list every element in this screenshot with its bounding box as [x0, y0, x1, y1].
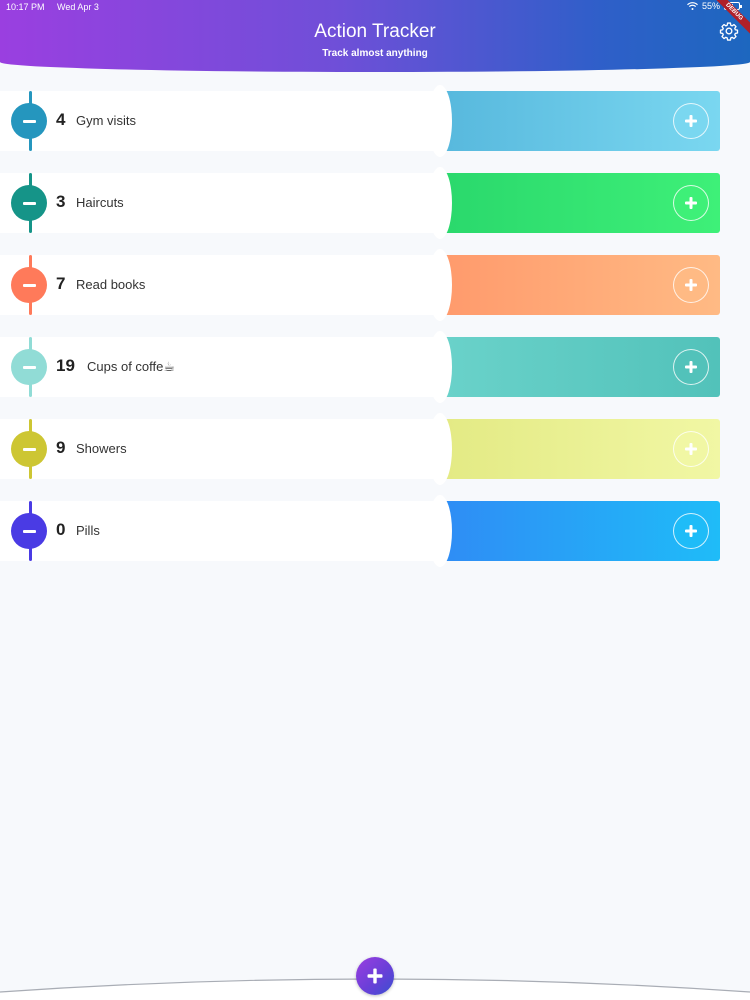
tracker-row-background: [0, 501, 440, 561]
battery-icon: [724, 2, 742, 10]
plus-icon: [685, 197, 697, 209]
tracker-count: 3: [56, 192, 66, 211]
plus-icon: [685, 361, 697, 373]
decrement-button[interactable]: [11, 267, 47, 303]
tracker-row-background: [0, 91, 440, 151]
tracker-row-background: [0, 255, 440, 315]
page-title: Action Tracker: [314, 21, 436, 42]
increment-button[interactable]: [673, 513, 709, 549]
tracker-row: 4 Gym visits: [0, 85, 750, 159]
plus-icon: [685, 279, 697, 291]
minus-icon: [22, 447, 36, 451]
tracker-count: 4: [56, 110, 66, 129]
tracker-color-bar[interactable]: [428, 85, 720, 157]
battery-percent: 55%: [701, 1, 720, 11]
decrement-button[interactable]: [11, 431, 47, 467]
tracker-name: Haircuts: [76, 195, 124, 210]
bar-notch: [428, 85, 452, 157]
gear-icon[interactable]: [719, 21, 739, 41]
plus-icon: [685, 115, 697, 127]
tracker-color-bar[interactable]: [428, 331, 720, 403]
tracker-row-background: [0, 419, 440, 479]
status-bar-right: 55%: [687, 1, 742, 11]
tracker-name: Cups of coffe☕: [87, 359, 176, 374]
tracker-name: Pills: [76, 523, 100, 538]
tracker-color-bar[interactable]: [428, 167, 720, 239]
increment-button[interactable]: [673, 185, 709, 221]
tracker-row-background: [0, 173, 440, 233]
increment-button[interactable]: [673, 349, 709, 385]
plus-icon: [367, 968, 383, 984]
increment-button[interactable]: [673, 103, 709, 139]
tracker-name: Gym visits: [76, 113, 136, 128]
minus-icon: [22, 201, 36, 205]
minus-icon: [22, 529, 36, 533]
tracker-count: 19: [56, 356, 75, 375]
status-time: 10:17 PM: [6, 2, 45, 12]
decrement-button[interactable]: [11, 103, 47, 139]
tracker-name: Showers: [76, 441, 127, 456]
decrement-button[interactable]: [11, 349, 47, 385]
tracker-color-bar[interactable]: [428, 413, 720, 485]
tracker-row: 3 Haircuts: [0, 167, 750, 241]
decrement-button[interactable]: [11, 185, 47, 221]
minus-icon: [22, 119, 36, 123]
tracker-row: 19 Cups of coffe☕: [0, 331, 750, 405]
plus-icon: [685, 443, 697, 455]
app-root: 10:17 PM Wed Apr 3 55% Action Tracker Tr…: [0, 0, 750, 1000]
tracker-name: Read books: [76, 277, 146, 292]
decrement-button[interactable]: [11, 513, 47, 549]
bar-notch: [428, 413, 452, 485]
bar-notch: [428, 167, 452, 239]
bar-notch: [428, 495, 452, 567]
minus-icon: [22, 365, 36, 369]
status-date: Wed Apr 3: [57, 2, 99, 12]
increment-button[interactable]: [673, 431, 709, 467]
tracker-row: 0 Pills: [0, 495, 750, 569]
tracker-count: 7: [56, 274, 66, 293]
wifi-icon: [687, 2, 698, 10]
bar-notch: [428, 331, 452, 403]
tracker-row: 7 Read books: [0, 249, 750, 323]
page-subtitle: Track almost anything: [322, 48, 428, 59]
tracker-color-bar[interactable]: [428, 495, 720, 567]
tracker-row: 9 Showers: [0, 413, 750, 487]
status-bar-left: 10:17 PM Wed Apr 3: [6, 2, 109, 12]
tracker-count: 9: [56, 438, 66, 457]
add-tracker-button[interactable]: [356, 957, 394, 995]
tracker-color-bar[interactable]: [428, 249, 720, 321]
tracker-count: 0: [56, 520, 66, 539]
plus-icon: [685, 525, 697, 537]
increment-button[interactable]: [673, 267, 709, 303]
app-header: 10:17 PM Wed Apr 3 55% Action Tracker Tr…: [0, 0, 750, 72]
bar-notch: [428, 249, 452, 321]
minus-icon: [22, 283, 36, 287]
